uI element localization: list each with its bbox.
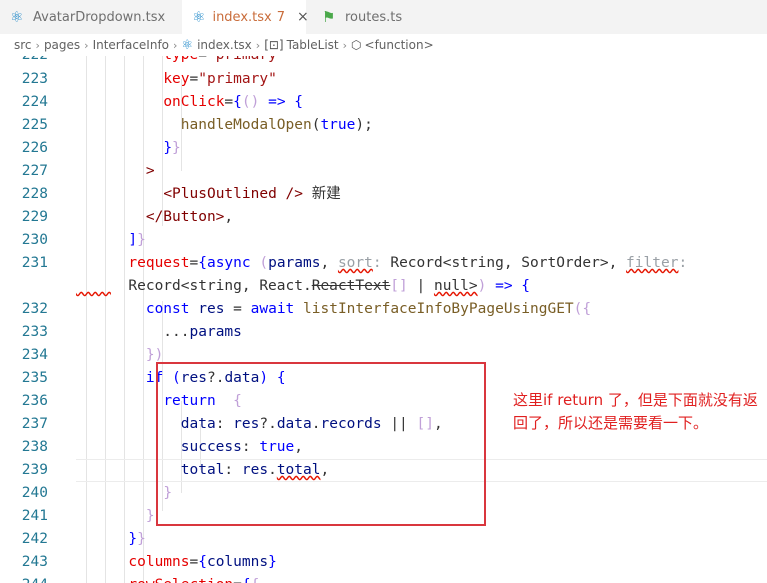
chevron-right-icon: › (173, 38, 178, 52)
code-line: 225 handleModalOpen(true); (21, 117, 373, 133)
code-line: 231 request={async (params, sort: Record… (21, 255, 688, 271)
highlight-box (156, 362, 486, 526)
breadcrumb-item[interactable]: <function> (365, 38, 434, 52)
tab-label: AvatarDropdown.tsx (33, 9, 166, 25)
chevron-right-icon: › (35, 38, 40, 52)
code-line: 226 }} (21, 140, 181, 156)
code-line: 244 rowSelection={{ (0, 574, 767, 583)
react-icon: ⚛ (192, 8, 206, 26)
code-line: 223 key="primary" (21, 71, 277, 87)
breadcrumb-item[interactable]: pages (44, 38, 80, 52)
breadcrumb-item[interactable]: InterfaceInfo (93, 38, 169, 52)
code-line: 224 onClick={() => { (21, 94, 304, 110)
react-icon: ⚛ (181, 37, 194, 53)
route-icon: ⚑ (322, 8, 336, 26)
chevron-right-icon: › (255, 38, 261, 52)
breadcrumb-item[interactable]: TableList (287, 38, 339, 52)
breadcrumb-item[interactable]: src (14, 38, 32, 52)
tab-routes-ts[interactable]: ⚑ routes.ts (306, 0, 436, 34)
code-line: 233 ...params (21, 324, 242, 340)
chevron-right-icon: › (342, 38, 348, 52)
breadcrumb: src › pages › InterfaceInfo › ⚛ index.ts… (0, 34, 767, 56)
chevron-right-icon: › (84, 38, 89, 52)
code-line: 228 <PlusOutlined /> 新建 (21, 186, 341, 202)
code-line: 222 type="primary" (0, 56, 767, 67)
tab-label: index.tsx (212, 9, 272, 25)
tab-index-tsx[interactable]: ⚛ index.tsx 7 × (182, 0, 309, 34)
editor-tab-bar: ⚛ AvatarDropdown.tsx ⚛ index.tsx 7 × ⚑ r… (0, 0, 767, 35)
annotation-note: 这里if return 了，但是下面就没有返回了，所以还是需要看一下。 (513, 391, 758, 432)
code-line: 229 </Button>, (21, 209, 234, 225)
code-line: 232 const res = await listInterfaceInfoB… (21, 301, 592, 317)
code-line: 242 }} (21, 531, 146, 547)
react-icon: ⚛ (10, 8, 24, 26)
symbol-function-icon: ⬡ (351, 38, 362, 52)
code-line: 243 columns={columns} (21, 554, 277, 570)
tab-avatar-dropdown[interactable]: ⚛ AvatarDropdown.tsx (0, 0, 182, 34)
symbol-variable-icon: [⊡] (264, 38, 284, 52)
code-line: 227 > (21, 163, 155, 179)
code-line: Record<string, React.ReactText[] | null>… (110, 278, 531, 294)
breadcrumb-item[interactable]: index.tsx (197, 38, 252, 52)
code-line: 230 ]} (21, 232, 146, 248)
tab-label: routes.ts (345, 9, 403, 25)
problem-count-badge: 7 (276, 9, 285, 25)
